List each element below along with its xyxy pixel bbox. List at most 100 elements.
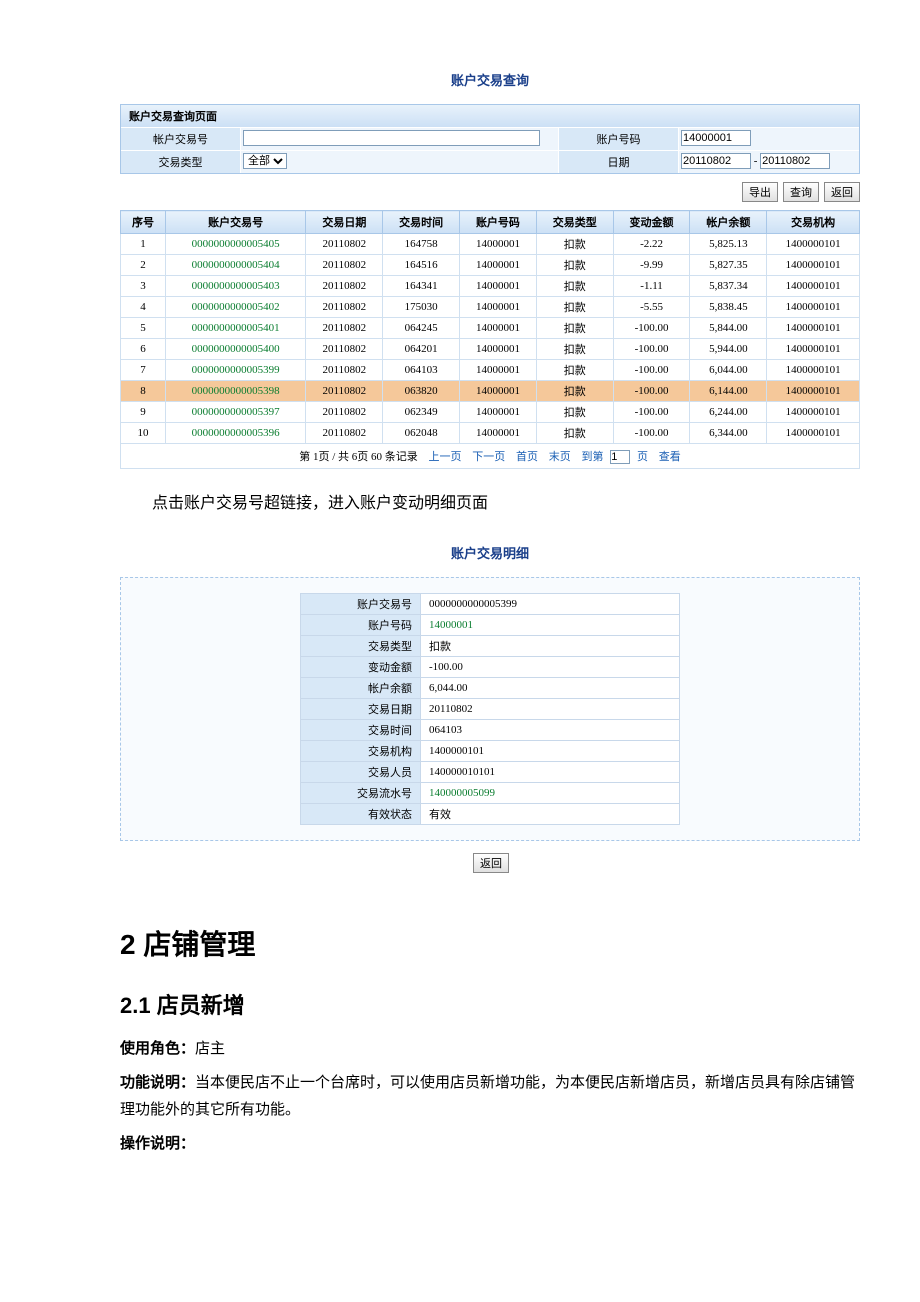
detail-value: 140000010101 (421, 762, 680, 783)
input-txn-no[interactable] (243, 130, 540, 146)
detail-link[interactable]: 140000005099 (429, 787, 495, 799)
txn-link[interactable]: 0000000000005405 (192, 238, 280, 250)
func-line: 功能说明：当本便民店不止一个台席时，可以使用店员新增功能，为本便民店新增店员，新… (120, 1069, 860, 1124)
txn-link[interactable]: 0000000000005402 (192, 301, 280, 313)
pager-view[interactable]: 查看 (659, 451, 681, 463)
table-row: 300000000000054032011080216434114000001扣… (121, 276, 860, 297)
query-page-title: 账户交易查询 (120, 70, 860, 89)
detail-label: 变动金额 (301, 657, 421, 678)
txn-link[interactable]: 0000000000005403 (192, 280, 280, 292)
col-header-0: 序号 (121, 211, 166, 234)
pager-page-input[interactable] (610, 450, 630, 464)
query-panel: 账户交易查询页面 帐户交易号 账户号码 交易类型 全部 日期 - (120, 104, 860, 174)
role-line: 使用角色：店主 (120, 1035, 860, 1063)
txn-link[interactable]: 0000000000005401 (192, 322, 280, 334)
detail-label: 账户号码 (301, 615, 421, 636)
col-header-8: 交易机构 (767, 211, 860, 234)
export-button[interactable]: 导出 (742, 182, 778, 202)
detail-row: 交易人员140000010101 (301, 762, 680, 783)
col-header-6: 变动金额 (613, 211, 690, 234)
detail-label: 交易流水号 (301, 783, 421, 804)
input-date-to[interactable] (760, 153, 830, 169)
txn-link[interactable]: 0000000000005400 (192, 343, 280, 355)
detail-row: 账户号码 14000001 (301, 615, 680, 636)
detail-label: 交易机构 (301, 741, 421, 762)
pager: 第 1页 / 共 6页 60 条记录 上一页 下一页 首页 末页 到第 页 查看 (120, 444, 860, 469)
detail-value: 0000000000005399 (421, 594, 680, 615)
detail-label: 帐户余额 (301, 678, 421, 699)
detail-value: -100.00 (421, 657, 680, 678)
detail-back-button[interactable]: 返回 (473, 853, 509, 873)
detail-row: 有效状态有效 (301, 804, 680, 825)
detail-row: 交易机构1400000101 (301, 741, 680, 762)
date-sep: - (754, 155, 758, 167)
col-header-2: 交易日期 (306, 211, 383, 234)
txn-link[interactable]: 0000000000005396 (192, 427, 280, 439)
col-header-1: 账户交易号 (165, 211, 306, 234)
label-txn-no: 帐户交易号 (121, 128, 241, 150)
detail-row: 账户交易号0000000000005399 (301, 594, 680, 615)
table-row: 900000000000053972011080206234914000001扣… (121, 402, 860, 423)
table-row: 200000000000054042011080216451614000001扣… (121, 255, 860, 276)
col-header-3: 交易时间 (383, 211, 460, 234)
query-panel-header: 账户交易查询页面 (121, 105, 859, 127)
pager-first[interactable]: 首页 (516, 451, 538, 463)
table-row: 1000000000000053962011080206204814000001… (121, 423, 860, 444)
section-2-heading: 2 店铺管理 (120, 923, 860, 963)
detail-row: 交易类型扣款 (301, 636, 680, 657)
col-header-7: 帐户余额 (690, 211, 767, 234)
detail-row: 变动金额-100.00 (301, 657, 680, 678)
pager-summary: 第 1页 / 共 6页 60 条记录 (299, 451, 418, 463)
detail-row: 交易日期20110802 (301, 699, 680, 720)
txn-link[interactable]: 0000000000005404 (192, 259, 280, 271)
detail-row: 交易流水号 140000005099 (301, 783, 680, 804)
detail-value: 有效 (421, 804, 680, 825)
detail-label: 账户交易号 (301, 594, 421, 615)
link-instruction: 点击账户交易号超链接，进入账户变动明细页面 (120, 489, 860, 513)
detail-value: 064103 (421, 720, 680, 741)
table-row: 400000000000054022011080217503014000001扣… (121, 297, 860, 318)
detail-value: 1400000101 (421, 741, 680, 762)
detail-link[interactable]: 14000001 (429, 619, 473, 631)
pager-prev[interactable]: 上一页 (429, 451, 462, 463)
query-button[interactable]: 查询 (783, 182, 819, 202)
txn-link[interactable]: 0000000000005397 (192, 406, 280, 418)
detail-panel: 账户交易号0000000000005399账户号码 14000001 交易类型扣款变… (120, 577, 860, 841)
detail-page-title: 账户交易明细 (120, 543, 860, 562)
col-header-4: 账户号码 (460, 211, 537, 234)
button-bar: 导出 查询 返回 (120, 182, 860, 202)
table-row: 100000000000054052011080216475814000001扣… (121, 234, 860, 255)
detail-label: 有效状态 (301, 804, 421, 825)
detail-value: 20110802 (421, 699, 680, 720)
detail-value: 6,044.00 (421, 678, 680, 699)
op-line: 操作说明： (120, 1130, 860, 1158)
pager-goto-label: 到第 (582, 451, 604, 463)
label-txn-type: 交易类型 (121, 151, 241, 173)
table-row: 600000000000054002011080206420114000001扣… (121, 339, 860, 360)
pager-last[interactable]: 末页 (549, 451, 571, 463)
label-acct-no: 账户号码 (559, 128, 679, 150)
pager-page-suffix: 页 (637, 451, 648, 463)
detail-label: 交易人员 (301, 762, 421, 783)
results-table: 序号账户交易号交易日期交易时间账户号码交易类型变动金额帐户余额交易机构 1000… (120, 210, 860, 444)
back-button[interactable]: 返回 (824, 182, 860, 202)
input-acct-no[interactable] (681, 130, 751, 146)
txn-link[interactable]: 0000000000005399 (192, 364, 280, 376)
detail-label: 交易日期 (301, 699, 421, 720)
table-row: 700000000000053992011080206410314000001扣… (121, 360, 860, 381)
detail-value: 140000005099 (421, 783, 680, 804)
select-txn-type[interactable]: 全部 (243, 153, 287, 169)
col-header-5: 交易类型 (536, 211, 613, 234)
table-row: 500000000000054012011080206424514000001扣… (121, 318, 860, 339)
detail-row: 帐户余额6,044.00 (301, 678, 680, 699)
pager-next[interactable]: 下一页 (472, 451, 505, 463)
section-2-1-heading: 2.1 店员新增 (120, 988, 860, 1020)
detail-value: 14000001 (421, 615, 680, 636)
detail-value: 扣款 (421, 636, 680, 657)
txn-link[interactable]: 0000000000005398 (192, 385, 280, 397)
label-date: 日期 (559, 151, 679, 173)
detail-row: 交易时间064103 (301, 720, 680, 741)
input-date-from[interactable] (681, 153, 751, 169)
detail-label: 交易时间 (301, 720, 421, 741)
table-row: 800000000000053982011080206382014000001扣… (121, 381, 860, 402)
